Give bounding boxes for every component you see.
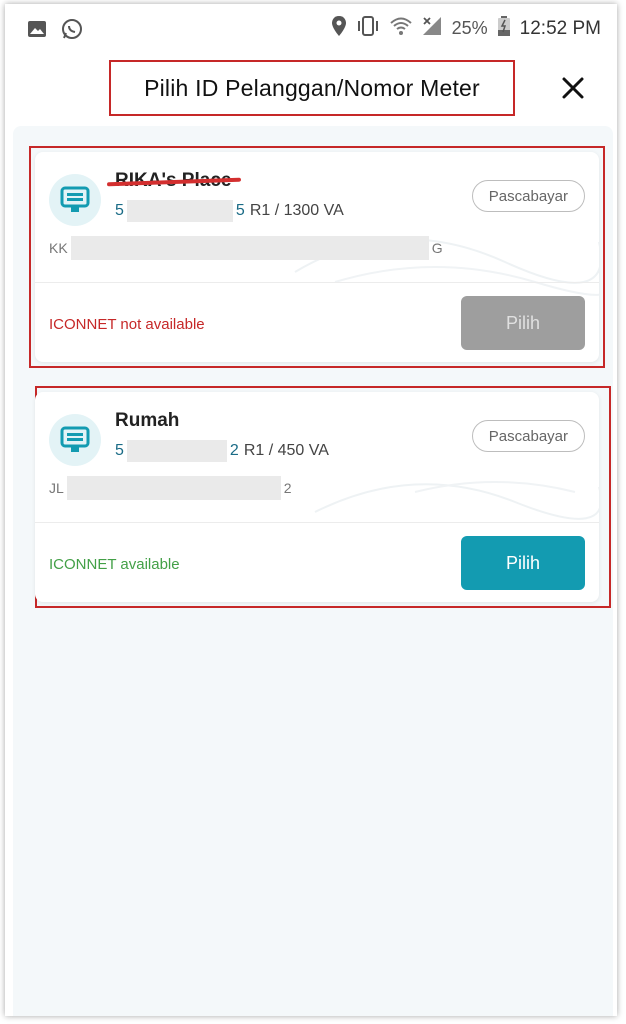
vibrate-icon [356, 16, 380, 41]
redaction [126, 440, 227, 462]
divider [35, 522, 599, 523]
status-time: 12:52 PM [519, 17, 601, 39]
signal-icon [422, 16, 442, 41]
address: JL 2 [49, 476, 292, 500]
tariff: R1 / 1300 VA [249, 202, 344, 219]
id-end: 2 [229, 442, 239, 459]
customer-name: Rumah [115, 410, 180, 431]
addr-end: 2 [283, 480, 292, 496]
wifi-icon [389, 17, 412, 40]
addr-start: KK [49, 240, 68, 256]
address: KK G [49, 236, 443, 260]
page-title: Pilih ID Pelanggan/Nomor Meter [109, 60, 515, 116]
addr-end: G [431, 240, 443, 256]
header: Pilih ID Pelanggan/Nomor Meter [5, 54, 617, 124]
iconnet-status: ICONNET not available [49, 316, 205, 333]
customer-id: 5 5 R1 / 1300 VA [115, 200, 344, 222]
close-button[interactable] [557, 72, 589, 104]
select-button-disabled[interactable]: Pilih [461, 296, 585, 350]
location-icon [331, 16, 346, 41]
divider [35, 282, 599, 283]
meter-icon [49, 174, 101, 226]
customer-card[interactable]: RIKA's Place 5 5 R1 / 1300 VA Pascabayar… [35, 152, 599, 362]
customer-id: 5 2 R1 / 450 VA [115, 440, 329, 462]
billing-type-badge: Pascabayar [471, 180, 585, 212]
id-start: 5 [115, 442, 124, 459]
redaction [66, 476, 281, 500]
addr-start: JL [49, 480, 64, 496]
image-icon [27, 20, 47, 43]
tariff: R1 / 450 VA [243, 442, 329, 459]
select-button[interactable]: Pilih [461, 536, 585, 590]
app-frame: 25% 12:52 PM Pilih ID Pelanggan/Nomor Me… [5, 4, 617, 1016]
meter-icon [49, 414, 101, 466]
redaction [126, 200, 233, 222]
battery-icon [497, 16, 510, 41]
customer-list: RIKA's Place 5 5 R1 / 1300 VA Pascabayar… [13, 126, 613, 1016]
billing-type-badge: Pascabayar [471, 420, 585, 452]
close-icon [562, 77, 584, 99]
id-end: 5 [235, 202, 245, 219]
customer-card[interactable]: Rumah 5 2 R1 / 450 VA Pascabayar JL 2 IC… [35, 392, 599, 602]
id-start: 5 [115, 202, 124, 219]
redaction [70, 236, 429, 260]
iconnet-status: ICONNET available [49, 556, 180, 573]
battery-text: 25% [451, 18, 488, 38]
status-bar: 25% 12:52 PM [5, 4, 617, 54]
whatsapp-icon [61, 18, 83, 45]
